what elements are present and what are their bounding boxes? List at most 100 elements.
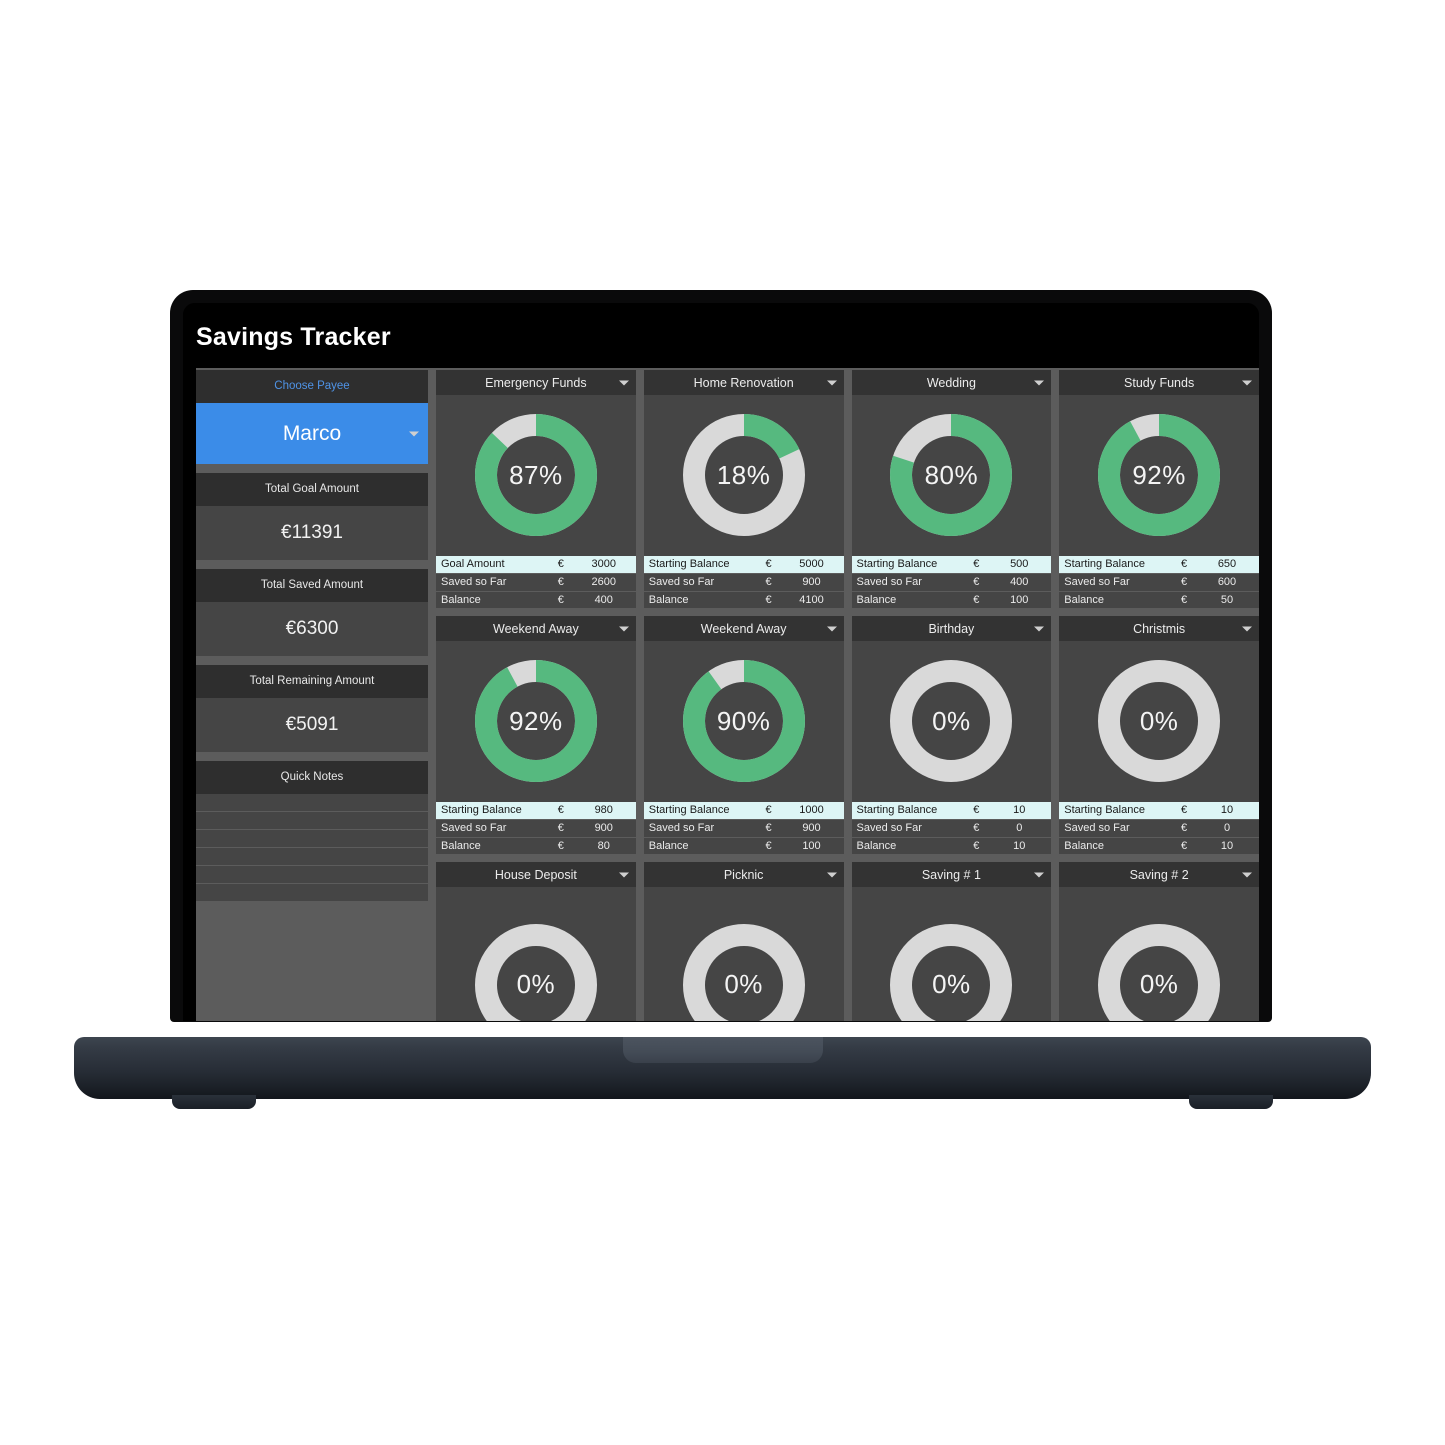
- table-cell-value: 2600: [591, 576, 616, 589]
- table-cell-label: Balance: [1064, 593, 1105, 606]
- table-cell-value: 0: [1223, 822, 1231, 835]
- savings-card-title: Weekend Away: [700, 621, 787, 636]
- quick-note-row[interactable]: [196, 866, 428, 884]
- table-cell-label: Balance: [441, 593, 481, 606]
- savings-card: Birthday 0% Starting Balance €10 Saved so Fa…: [851, 616, 1052, 854]
- savings-card-title-select[interactable]: Weekend Away: [436, 616, 636, 641]
- table-cell-label: Saved so Far: [1064, 576, 1130, 589]
- quick-note-row[interactable]: [196, 812, 428, 830]
- savings-card: Weekend Away 90% Starting Balance €1000 Save…: [643, 616, 844, 854]
- savings-card-table: Starting Balance €10 Saved so Far €0 Balance…: [851, 801, 1052, 854]
- table-cell-currency: €: [1180, 804, 1188, 817]
- table-cell-label: Saved so Far: [441, 576, 507, 589]
- savings-card-title: Home Renovation: [693, 375, 794, 390]
- table-cell-value: 400: [594, 593, 613, 606]
- savings-card-title-select[interactable]: Study Funds: [1059, 370, 1259, 395]
- chevron-down-icon: [618, 872, 629, 877]
- table-cell-currency: €: [1180, 558, 1188, 571]
- table-cell-label: Starting Balance: [1064, 804, 1145, 817]
- table-cell-currency: €: [973, 839, 980, 852]
- savings-card-title-select[interactable]: Christmis: [1059, 616, 1259, 641]
- sidebar-divider: [196, 656, 428, 665]
- savings-card-title-select[interactable]: Picknic: [643, 862, 844, 887]
- table-cell-label: Balance: [856, 839, 897, 852]
- savings-card-body: 18%: [643, 395, 844, 556]
- table-cell-currency: €: [765, 593, 772, 606]
- savings-card-title-select[interactable]: Weekend Away: [643, 616, 844, 641]
- progress-percent-label: 90%: [716, 705, 771, 736]
- quick-notes-area[interactable]: [196, 794, 428, 902]
- table-cell-currency: €: [765, 822, 772, 835]
- quick-note-row[interactable]: [196, 794, 428, 812]
- table-row: Balance €100: [643, 836, 844, 854]
- table-cell-label: Saved so Far: [648, 822, 715, 835]
- savings-card-body: 87%: [436, 395, 636, 556]
- table-cell-value: 600: [1217, 576, 1237, 589]
- table-cell-value: 0: [1016, 822, 1023, 835]
- table-cell-value: 100: [1010, 593, 1029, 606]
- table-cell-currency: €: [765, 576, 772, 589]
- savings-card-title-select[interactable]: Saving # 1: [851, 862, 1052, 887]
- table-cell-currency: €: [557, 822, 564, 835]
- table-row: Balance €10: [1059, 836, 1259, 854]
- progress-percent-label: 80%: [924, 459, 979, 490]
- table-cell-currency: €: [973, 558, 980, 571]
- savings-card-title-select[interactable]: Saving # 2: [1059, 862, 1259, 887]
- chevron-down-icon: [1242, 626, 1252, 631]
- laptop-base-notch: [622, 1037, 823, 1063]
- table-cell-currency: €: [557, 558, 564, 571]
- savings-card-title: Saving # 2: [1129, 867, 1189, 882]
- progress-percent-label: 87%: [509, 459, 563, 490]
- table-cell-label: Starting Balance: [856, 804, 938, 817]
- progress-percent-label: 18%: [716, 459, 771, 490]
- payee-select-value: Marco: [282, 421, 342, 445]
- chevron-down-icon: [1034, 872, 1045, 877]
- progress-donut-chart: 0%: [1096, 658, 1222, 784]
- savings-card-body: 80%: [851, 395, 1052, 556]
- table-cell-label: Starting Balance: [648, 804, 730, 817]
- table-row: Balance €100: [851, 590, 1052, 608]
- table-cell-value: 400: [1010, 576, 1029, 589]
- progress-donut-chart: 0%: [1096, 922, 1222, 1021]
- savings-card-title-select[interactable]: Wedding: [851, 370, 1052, 395]
- progress-percent-label: 92%: [1132, 459, 1186, 490]
- table-cell-value: 5000: [799, 558, 824, 571]
- chevron-down-icon: [1034, 380, 1045, 385]
- progress-percent-label: 0%: [932, 705, 971, 736]
- savings-card: Emergency Funds 87% Goal Amount €3000 Saved …: [436, 370, 636, 608]
- table-row: Saved so Far €0: [851, 819, 1052, 837]
- total-goal-value: €11391: [196, 506, 428, 560]
- quick-note-row[interactable]: [196, 884, 428, 902]
- savings-card-body: 0%: [851, 641, 1052, 802]
- table-cell-label: Saved so Far: [1064, 822, 1130, 835]
- table-cell-label: Starting Balance: [1064, 558, 1145, 571]
- quick-note-row[interactable]: [196, 848, 428, 866]
- table-row: Starting Balance €1000: [643, 801, 844, 819]
- savings-card-table: Starting Balance €1000 Saved so Far €900 Bal…: [643, 801, 844, 854]
- table-row: Saved so Far €900: [643, 819, 844, 837]
- savings-card: Home Renovation 18% Starting Balance €5000 S…: [643, 370, 844, 608]
- table-row: Balance €50: [1059, 590, 1259, 608]
- progress-percent-label: 0%: [1139, 969, 1179, 1000]
- table-row: Balance €80: [436, 836, 636, 854]
- savings-card-title-select[interactable]: Emergency Funds: [436, 370, 636, 395]
- savings-card-title-select[interactable]: Home Renovation: [643, 370, 844, 395]
- payee-select[interactable]: Marco: [196, 403, 428, 464]
- total-goal-label: Total Goal Amount: [196, 473, 428, 506]
- quick-note-row[interactable]: [196, 830, 428, 848]
- total-saved-label: Total Saved Amount: [196, 569, 428, 602]
- table-cell-value: 100: [802, 839, 821, 852]
- savings-card-title-select[interactable]: House Deposit: [436, 862, 636, 887]
- chevron-down-icon: [409, 431, 419, 436]
- table-cell-value: 900: [594, 822, 613, 835]
- progress-donut-chart: 90%: [681, 658, 807, 784]
- table-cell-label: Starting Balance: [856, 558, 938, 571]
- table-row: Saved so Far €0: [1059, 819, 1259, 837]
- table-cell-value: 500: [1010, 558, 1029, 571]
- savings-card-title-select[interactable]: Birthday: [851, 616, 1052, 641]
- savings-card-table: Starting Balance €5000 Saved so Far €900 Bal…: [643, 555, 844, 608]
- table-cell-currency: €: [973, 804, 980, 817]
- progress-donut-chart: 92%: [473, 658, 599, 784]
- table-cell-label: Goal Amount: [441, 558, 505, 571]
- table-cell-value: 1000: [799, 804, 824, 817]
